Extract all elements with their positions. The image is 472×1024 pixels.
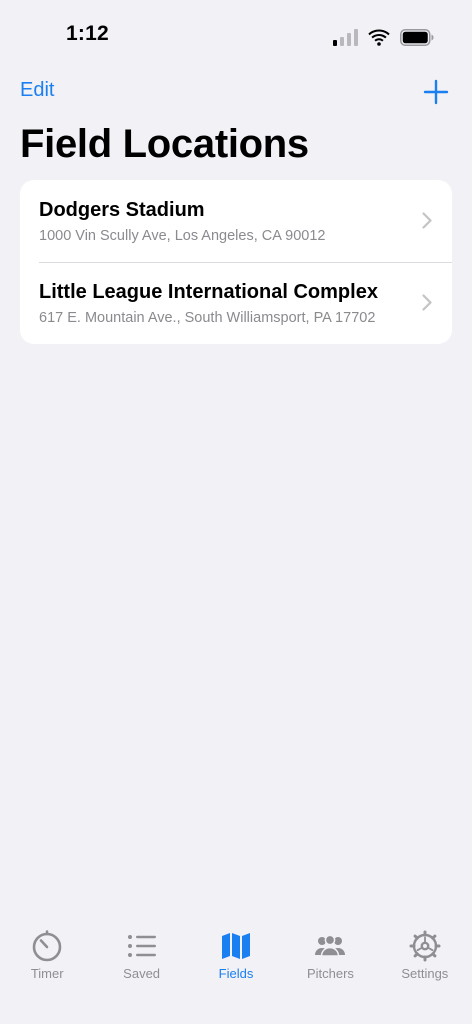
wifi-icon xyxy=(368,29,390,46)
field-list: Dodgers Stadium 1000 Vin Scully Ave, Los… xyxy=(20,180,452,344)
field-name: Little League International Complex xyxy=(39,281,378,303)
edit-button[interactable]: Edit xyxy=(20,79,54,102)
tab-timer[interactable]: Timer xyxy=(0,920,94,1024)
battery-icon xyxy=(400,29,434,46)
tab-saved[interactable]: Saved xyxy=(94,920,188,1024)
status-bar: 1:12 xyxy=(0,0,472,70)
chevron-right-icon xyxy=(422,212,432,229)
field-address: 617 E. Mountain Ave., South Williamsport… xyxy=(39,310,376,326)
people-icon xyxy=(315,934,346,957)
stopwatch-icon xyxy=(32,930,62,962)
field-address: 1000 Vin Scully Ave, Los Angeles, CA 900… xyxy=(39,228,326,244)
tab-settings[interactable]: Settings xyxy=(378,920,472,1024)
tab-label: Timer xyxy=(30,966,64,981)
status-time: 1:12 xyxy=(66,22,109,45)
chevron-right-icon xyxy=(422,294,432,311)
map-icon xyxy=(222,933,251,959)
tab-label: Settings xyxy=(401,966,449,981)
field-name: Dodgers Stadium xyxy=(39,199,205,221)
page-title: Field Locations xyxy=(20,122,309,166)
list-item-little-league-complex[interactable]: Little League International Complex 617 … xyxy=(20,262,452,344)
status-icons xyxy=(333,24,434,46)
tab-pitchers[interactable]: Pitchers xyxy=(283,920,377,1024)
tab-label: Pitchers xyxy=(306,966,354,981)
tab-label: Saved xyxy=(123,966,161,981)
screen: 1:12 Edit Field Locations Dodgers Stadiu… xyxy=(0,0,472,1024)
list-item-dodgers-stadium[interactable]: Dodgers Stadium 1000 Vin Scully Ave, Los… xyxy=(20,180,452,262)
tab-label: Fields xyxy=(218,966,254,981)
plus-icon[interactable] xyxy=(422,78,450,106)
tab-fields[interactable]: Fields xyxy=(189,920,283,1024)
tab-bar: Timer Saved Fields Pitchers Settings xyxy=(0,920,472,1024)
cellular-signal-icon xyxy=(333,29,358,46)
list-icon xyxy=(127,935,156,957)
gear-icon xyxy=(409,930,441,962)
